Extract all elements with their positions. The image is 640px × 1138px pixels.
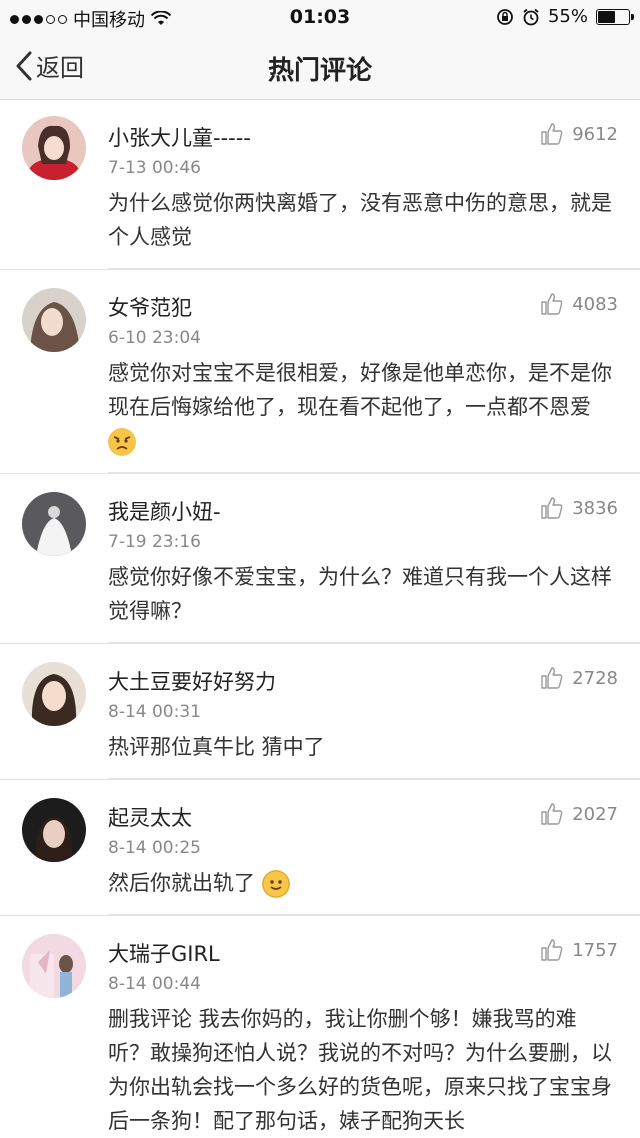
alarm-icon: [523, 8, 539, 25]
comment-item: 我是颜小妞- 7-19 23:16 感觉你好像不爱宝宝，为什么？难道只有我一个人…: [0, 474, 640, 644]
thumbs-up-icon: [541, 667, 563, 689]
comment-text: 感觉你好像不爱宝宝，为什么？难道只有我一个人这样觉得嘛？: [108, 565, 612, 623]
smile-emoji-icon: [261, 870, 290, 898]
comment-item: 女爷范犯 6-10 23:04 感觉你对宝宝不是很相爱，好像是他单恋你，是不是你…: [0, 270, 640, 474]
thumbs-up-icon: [541, 293, 563, 315]
thumbs-up-icon: [541, 803, 563, 825]
battery-percent: 55%: [547, 6, 588, 27]
battery-icon: [596, 8, 634, 25]
like-button[interactable]: 4083: [540, 292, 618, 316]
status-right: 55%: [496, 6, 634, 27]
like-count: 2728: [572, 667, 618, 689]
comment-text: 为什么感觉你两快离婚了，没有恶意中伤的意思，就是个人感觉: [108, 191, 612, 249]
comment-item: 大瑞子GIRL 8-14 00:44 删我评论 我去你妈的，我让你删个够！嫌我骂…: [0, 916, 640, 1138]
like-count: 9612: [572, 123, 618, 145]
comment-time: 7-19 23:16: [108, 532, 201, 552]
like-button[interactable]: 2027: [540, 802, 618, 826]
like-count: 3836: [572, 497, 618, 519]
avatar[interactable]: [22, 934, 86, 998]
thumbs-up-icon: [541, 497, 563, 519]
comment-time: 8-14 00:44: [108, 974, 201, 994]
avatar[interactable]: [22, 288, 86, 352]
comment-time: 8-14 00:31: [108, 702, 201, 722]
thumbs-up-icon: [541, 939, 563, 961]
navigation-bar: 返回 热门评论: [0, 34, 640, 100]
comment-text: 感觉你对宝宝不是很相爱，好像是他单恋你，是不是你现在后悔嫁给他了，现在看不起他了…: [108, 361, 612, 419]
comment-item: 大土豆要好好努力 8-14 00:31 热评那位真牛比 猜中了 2728: [0, 644, 640, 780]
battery-fill: [598, 10, 615, 23]
like-count: 1757: [572, 939, 618, 961]
comment-text: 然后你就出轨了: [108, 871, 255, 895]
comment-item: 起灵太太 8-14 00:25 然后你就出轨了 2027: [0, 780, 640, 916]
comment-text-wrap: 感觉你对宝宝不是很相爱，好像是他单恋你，是不是你现在后悔嫁给他了，现在看不起他了…: [108, 356, 618, 458]
like-button[interactable]: 1757: [540, 938, 618, 962]
like-count: 4083: [572, 293, 618, 315]
comment-item: 小张大儿童----- 7-13 00:46 为什么感觉你两快离婚了，没有恶意中伤…: [0, 100, 640, 270]
avatar[interactable]: [22, 798, 86, 862]
page-title: 热门评论: [267, 56, 372, 86]
like-count: 2027: [572, 803, 618, 825]
avatar[interactable]: [22, 662, 86, 726]
like-button[interactable]: 3836: [540, 496, 618, 520]
comment-time: 6-10 23:04: [108, 328, 201, 348]
like-button[interactable]: 2728: [540, 666, 618, 690]
comment-list: 小张大儿童----- 7-13 00:46 为什么感觉你两快离婚了，没有恶意中伤…: [0, 100, 640, 1138]
angry-emoji-icon: [108, 428, 136, 456]
avatar[interactable]: [22, 492, 86, 556]
comment-text: 删我评论 我去你妈的，我让你删个够！嫌我骂的难听？敢操狗还怕人说？我说的不对吗？…: [108, 1007, 612, 1133]
rotation-lock-icon: [497, 8, 513, 25]
status-bar: 中国移动 01:03 55%: [0, 0, 640, 34]
comment-time: 8-14 00:25: [108, 838, 201, 858]
thumbs-up-icon: [541, 123, 563, 145]
comment-text-wrap: 然后你就出轨了: [108, 866, 618, 900]
comment-time: 7-13 00:46: [108, 158, 201, 178]
comment-text: 热评那位真牛比 猜中了: [108, 735, 325, 759]
avatar[interactable]: [22, 116, 86, 180]
like-button[interactable]: 9612: [540, 122, 618, 146]
